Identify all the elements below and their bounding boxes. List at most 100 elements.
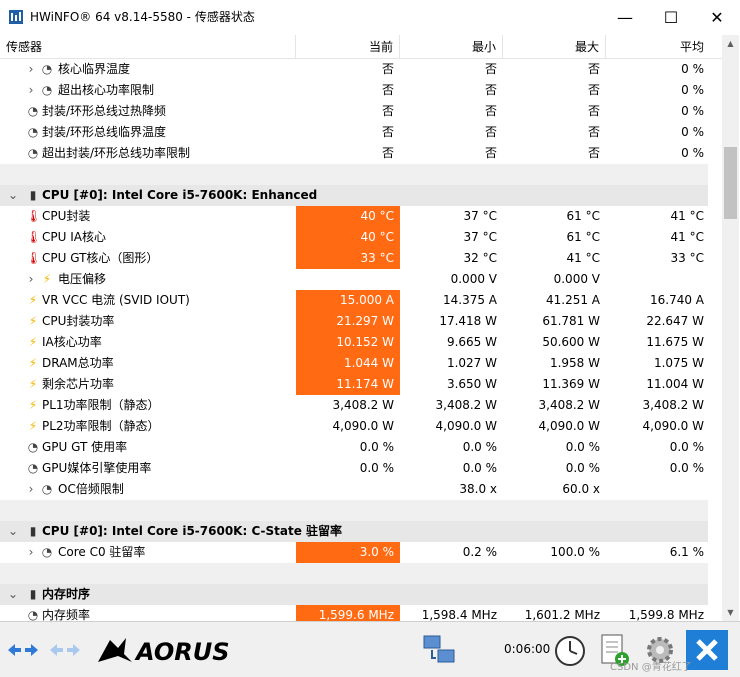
close-sensors-button[interactable] (686, 630, 728, 670)
value-max: 61 °C (566, 209, 600, 223)
value-current: 否 (381, 104, 394, 118)
switch-layout-alt-button[interactable] (46, 630, 84, 670)
expand-chevron-icon[interactable]: › (26, 59, 36, 80)
column-header-current[interactable]: 当前 (296, 35, 400, 59)
value-avg: 1.075 W (653, 356, 704, 370)
column-header-max[interactable]: 最大 (503, 35, 606, 59)
value-min: 37 °C (463, 230, 497, 244)
sensor-row[interactable]: ◔ GPU媒体引擎使用率 0.0 % 0.0 % 0.0 % 0.0 % (0, 458, 722, 479)
group-separator (0, 563, 722, 584)
value-avg: 0 % (681, 62, 704, 76)
column-header-sensor[interactable]: 传感器 (0, 35, 296, 59)
close-x-icon (696, 639, 718, 661)
double-arrow-faded-icon (50, 644, 80, 656)
value-max: 3,408.2 W (538, 398, 600, 412)
value-avg: 41 °C (670, 230, 704, 244)
value-avg: 0 % (681, 104, 704, 118)
collapse-chevron-icon[interactable]: ⌄ (8, 185, 18, 206)
column-header-avg[interactable]: 平均 (606, 35, 710, 59)
sensor-group-header[interactable]: ⌄ ▮ CPU [#0]: Intel Core i5-7600K: Enhance… (0, 185, 722, 206)
sensor-row[interactable]: ⚡ VR VCC 电流 (SVID IOUT) 15.000 A 14.375 A 41… (0, 290, 722, 311)
sensor-name: CPU封装功率 (42, 314, 115, 328)
chip-icon: ▮ (29, 587, 37, 601)
close-button[interactable]: ✕ (694, 0, 740, 34)
expand-chevron-icon[interactable]: › (26, 269, 36, 290)
column-header-min[interactable]: 最小 (400, 35, 503, 59)
chip-icon: ▮ (29, 524, 37, 538)
value-current: 4,090.0 W (332, 419, 394, 433)
sensor-row[interactable]: ⚡ IA核心功率 10.152 W 9.665 W 50.600 W 11.675 W (0, 332, 722, 353)
sensor-row[interactable]: › ◔ OC倍频限制 38.0 x 60.0 x (0, 479, 722, 500)
value-max: 否 (587, 104, 600, 118)
sensor-row[interactable]: ⚡ DRAM总功率 1.044 W 1.027 W 1.958 W 1.075 W (0, 353, 722, 374)
sensor-name: IA核心功率 (42, 335, 102, 349)
value-avg: 3,408.2 W (642, 398, 704, 412)
value-current (296, 269, 400, 290)
minimize-button[interactable]: — (602, 0, 648, 34)
sensor-row[interactable]: ⚡ CPU封装功率 21.297 W 17.418 W 61.781 W 22.647 W (0, 311, 722, 332)
sensor-group-header[interactable]: ⌄ ▮ CPU [#0]: Intel Core i5-7600K: C-State… (0, 521, 722, 542)
value-current: 33 °C (296, 248, 400, 269)
value-min: 9.665 W (446, 335, 497, 349)
sensor-row[interactable]: ◔ 封装/环形总线临界温度 否 否 否 0 % (0, 122, 722, 143)
scrollbar-thumb[interactable] (724, 147, 737, 219)
aorus-logo: AORUS (94, 630, 254, 670)
sensor-name: GPU GT 使用率 (42, 440, 128, 454)
expand-chevron-icon[interactable]: › (26, 80, 36, 101)
clock-icon: ◔ (41, 482, 53, 496)
title-bar: HWiNFO® 64 v8.14-5580 - 传感器状态 — ☐ ✕ (0, 0, 740, 34)
value-avg: 11.675 W (646, 335, 704, 349)
sensor-row[interactable]: ◔ GPU GT 使用率 0.0 % 0.0 % 0.0 % 0.0 % (0, 437, 722, 458)
sensor-row[interactable]: ◔ 超出封装/环形总线功率限制 否 否 否 0 % (0, 143, 722, 164)
sensor-row[interactable]: › ◔ Core C0 驻留率 3.0 % 0.2 % 100.0 % 6.1 % (0, 542, 722, 563)
value-min: 14.375 A (442, 293, 497, 307)
value-current: 40 °C (296, 227, 400, 248)
separator-bar (0, 563, 708, 584)
value-min: 否 (484, 104, 497, 118)
group-title: CPU [#0]: Intel Core i5-7600K: C-State 驻… (42, 524, 343, 538)
clock-button[interactable] (550, 630, 590, 670)
expand-chevron-icon[interactable]: › (26, 542, 36, 563)
sensor-row[interactable]: ⚡ PL1功率限制（静态） 3,408.2 W 3,408.2 W 3,408.2 W 3… (0, 395, 722, 416)
sensor-row[interactable]: 🌡 CPU IA核心 40 °C 37 °C 61 °C 41 °C (0, 227, 722, 248)
elapsed-time: 0:06:00 (504, 642, 551, 656)
value-min: 否 (484, 125, 497, 139)
lightning-icon: ⚡ (28, 419, 38, 433)
sensor-row[interactable]: ⚡ 剩余芯片功率 11.174 W 3.650 W 11.369 W 11.004 W (0, 374, 722, 395)
sensor-row[interactable]: › ◔ 核心临界温度 否 否 否 0 % (0, 59, 722, 80)
lightning-icon: ⚡ (28, 335, 38, 349)
chip-icon: ▮ (29, 188, 37, 202)
clock-icon: ◔ (27, 461, 39, 475)
value-current: 11.174 W (296, 374, 400, 395)
value-min: 38.0 x (459, 482, 497, 496)
sensor-row[interactable]: › ⚡ 电压偏移 0.000 V 0.000 V (0, 269, 722, 290)
scroll-up-icon[interactable]: ▲ (722, 35, 739, 52)
network-button[interactable] (420, 630, 460, 670)
maximize-button[interactable]: ☐ (648, 0, 694, 34)
window-title: HWiNFO® 64 v8.14-5580 - 传感器状态 (30, 10, 255, 24)
sensor-row[interactable]: ◔ 内存频率 1,599.6 MHz 1,598.4 MHz 1,601.2 MHz 1,… (0, 605, 722, 621)
expand-chevron-icon[interactable]: › (26, 479, 36, 500)
vertical-scrollbar[interactable]: ▲ ▼ (722, 35, 739, 621)
clock-icon: ◔ (27, 146, 39, 160)
value-min: 0.0 % (462, 461, 497, 475)
sensor-row[interactable]: ◔ 封装/环形总线过热降频 否 否 否 0 % (0, 101, 722, 122)
sensor-row[interactable]: 🌡 CPU封装 40 °C 37 °C 61 °C 41 °C (0, 206, 722, 227)
value-max: 11.369 W (542, 377, 600, 391)
sensor-row[interactable]: 🌡 CPU GT核心（图形） 33 °C 32 °C 41 °C 33 °C (0, 248, 722, 269)
switch-layout-button[interactable] (4, 630, 42, 670)
value-current (296, 479, 400, 500)
collapse-chevron-icon[interactable]: ⌄ (8, 521, 18, 542)
separator-bar (0, 500, 708, 521)
collapse-chevron-icon[interactable]: ⌄ (8, 584, 18, 605)
value-max: 41.251 A (545, 293, 600, 307)
lightning-icon: ⚡ (28, 356, 38, 370)
lightning-icon: ⚡ (28, 377, 38, 391)
sensor-group-header[interactable]: ⌄ ▮ 内存时序 (0, 584, 722, 605)
value-max: 否 (587, 146, 600, 160)
sensor-row[interactable]: ⚡ PL2功率限制（静态） 4,090.0 W 4,090.0 W 4,090.0 W 4… (0, 416, 722, 437)
scroll-down-icon[interactable]: ▼ (722, 604, 739, 621)
thermometer-icon: 🌡 (26, 251, 42, 265)
value-max: 60.0 x (562, 482, 600, 496)
sensor-row[interactable]: › ◔ 超出核心功率限制 否 否 否 0 % (0, 80, 722, 101)
